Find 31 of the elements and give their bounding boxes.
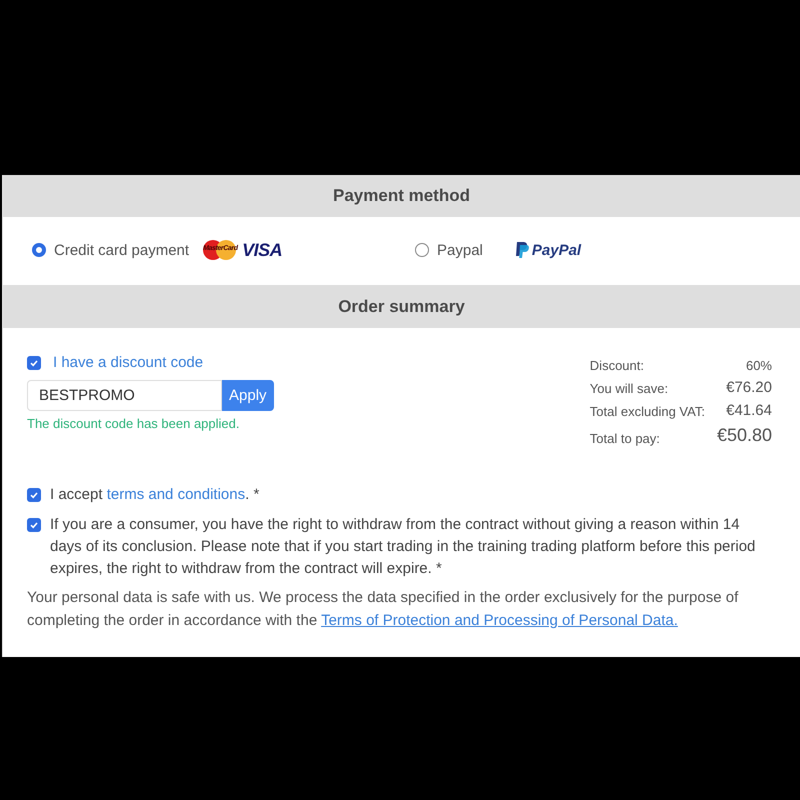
consent-text: If you are a consumer, you have the right to withdraw from the contract without giving a reason within 14 days of its conclusion. Please note that if you start trading in the training trading platform before this period expires, the right to withdraw from the contract will expire. * — [50, 515, 756, 579]
payment-option-label[interactable]: Paypal — [437, 242, 483, 258]
total-value: 60% — [744, 358, 772, 373]
visa-logo: VISA — [242, 240, 282, 260]
paypal-logo: PayPal — [514, 241, 582, 259]
checkbox[interactable] — [27, 518, 41, 532]
privacy-note: Your personal data is safe with us. We process the data specified in the order exclusively for the purpose of completing the order in accordance with the Terms of Protection and Processing of Personal Data. — [27, 588, 740, 631]
total-label: Discount: — [590, 358, 645, 373]
check-icon — [29, 490, 39, 500]
check-icon — [29, 520, 39, 530]
apply-button[interactable]: Apply — [222, 380, 274, 411]
total-value: €76.20 — [725, 379, 772, 396]
section-header: Payment method — [3, 175, 800, 217]
section-header: Order summary — [3, 285, 800, 328]
checkbox[interactable] — [27, 356, 41, 370]
radio-button[interactable] — [32, 243, 46, 257]
privacy-link[interactable]: Terms of Protection and Processing of Personal Data. — [321, 612, 678, 629]
checkbox[interactable] — [27, 488, 41, 502]
terms-link[interactable]: terms and conditions — [106, 486, 246, 503]
total-label: You will save: — [590, 381, 670, 396]
discount-toggle-link[interactable]: I have a discount code — [53, 354, 204, 371]
consent-text: I accept terms and conditions. * — [50, 485, 260, 505]
total-label: Total to pay: — [590, 431, 661, 446]
discount-code-field[interactable]: BESTPROMO — [27, 380, 222, 411]
radio-button[interactable] — [415, 243, 429, 257]
success-message: The discount code has been applied. — [27, 416, 240, 431]
check-icon — [29, 358, 39, 368]
total-label: Total excluding VAT: — [590, 404, 705, 419]
total-value: €50.80 — [716, 425, 772, 446]
total-value: €41.64 — [725, 402, 772, 419]
payment-option-label[interactable]: Credit card payment — [54, 242, 190, 258]
